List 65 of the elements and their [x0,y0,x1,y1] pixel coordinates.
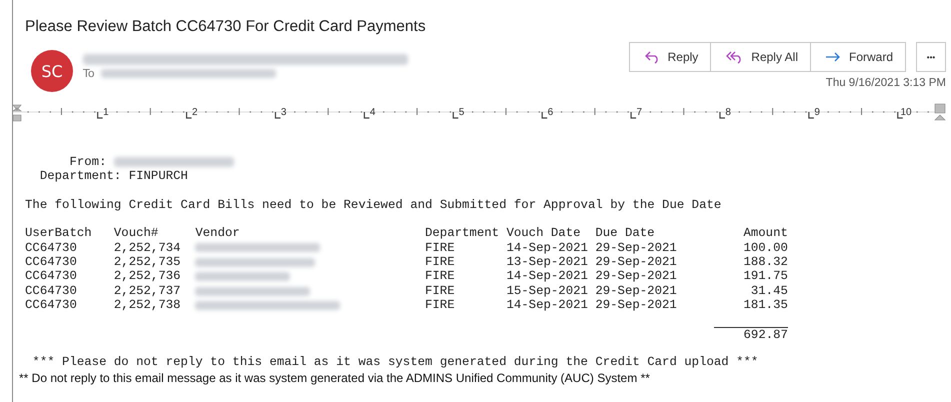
column-header: UserBatch [25,226,93,241]
reply-icon [644,50,660,64]
column-header: Vouch# [114,226,160,241]
reply-button[interactable]: Reply [628,42,712,72]
ruler-number: 8 [725,107,731,118]
total-amount: 692.87 [744,328,788,342]
table-cell-text: 29-Sep-2021 [595,269,678,284]
column-header: Due Date [595,226,656,241]
indent-marker-icon [934,104,946,120]
more-button[interactable]: ••• [916,42,946,72]
table-cell-text: 29-Sep-2021 [595,240,678,256]
column-header: Vouch Date [506,226,582,241]
avatar: SC [31,50,73,92]
ruler-number: 3 [280,107,286,118]
department-line: Department: FINPURCH [38,169,188,184]
table-cell-text: 2,252,734 [114,240,182,256]
table-cell-text: 2,252,736 [114,269,182,284]
ruler-number: 5 [458,107,464,118]
table-cell-text: 14-Sep-2021 [506,298,589,313]
table-cell-text: 29-Sep-2021 [595,298,678,313]
table-cell-text: 2,252,735 [114,255,182,270]
to-label: To [83,67,95,80]
table-cell-text: 2,252,737 [114,284,182,298]
ruler-number: 1 [103,107,109,118]
ruler-number: 10 [900,107,912,118]
column-header: Vendor [195,226,241,241]
table-cell-text: 14-Sep-2021 [506,269,589,284]
table-cell-text: CC64730 [25,240,78,256]
table-cell-text: CC64730 [25,269,78,284]
ruler-number: 6 [548,107,554,118]
footer-text: ** Do not reply to this email message as it was system generated via the ADMINS Unified Community (AUC) System ** [18,370,651,386]
table-cell-text: 14-Sep-2021 [506,240,589,256]
replyall-button[interactable]: Reply All [710,42,811,72]
table-cell-text: FIRE [424,284,456,298]
ruler-number: 4 [370,107,376,118]
email-subject: Please Review Batch CC64730 For Credit Card Payments [24,17,427,37]
ruler-number: 9 [814,107,820,118]
table-cell-text: 181.35 [742,298,788,313]
table-cell-text: FIRE [424,255,456,270]
table-cell-text: 31.45 [750,284,788,298]
notice-text: *** Please do not reply to this email as it was system generated during the Credit Card upload *** [31,355,758,370]
reply-all-icon [725,50,744,64]
table-cell-text: 13-Sep-2021 [506,255,589,270]
table-cell-text: CC64730 [25,284,78,298]
column-header: Amount [742,226,788,241]
table-cell-text: 2,252,738 [114,298,182,313]
column-header: Department [424,226,500,241]
from-label: From: [68,155,106,170]
table-cell-text: FIRE [424,269,456,284]
ruler-number: 7 [636,107,642,118]
table-cell-text: FIRE [424,298,456,313]
table-cell-text: FIRE [424,240,456,256]
table-cell-text: 100.00 [742,240,788,256]
table-cell-text: 29-Sep-2021 [595,255,678,270]
table-cell-text: CC64730 [25,298,78,313]
sent-date: Thu 9/16/2021 3:13 PM [826,77,946,89]
table-cell-text: 191.75 [742,269,788,284]
table-cell-text: 29-Sep-2021 [595,284,678,298]
table-cell-text: CC64730 [25,255,78,270]
ruler-number: 2 [192,107,198,118]
table-cell-text: 188.32 [742,255,788,270]
forward-button[interactable]: Forward [810,42,906,72]
intro-text: The following Credit Card Bills need to be Reviewed and Submitted for Approval by the Due Date [25,198,722,212]
arrow-right-icon [824,51,841,63]
table-cell-text: 15-Sep-2021 [506,284,589,298]
